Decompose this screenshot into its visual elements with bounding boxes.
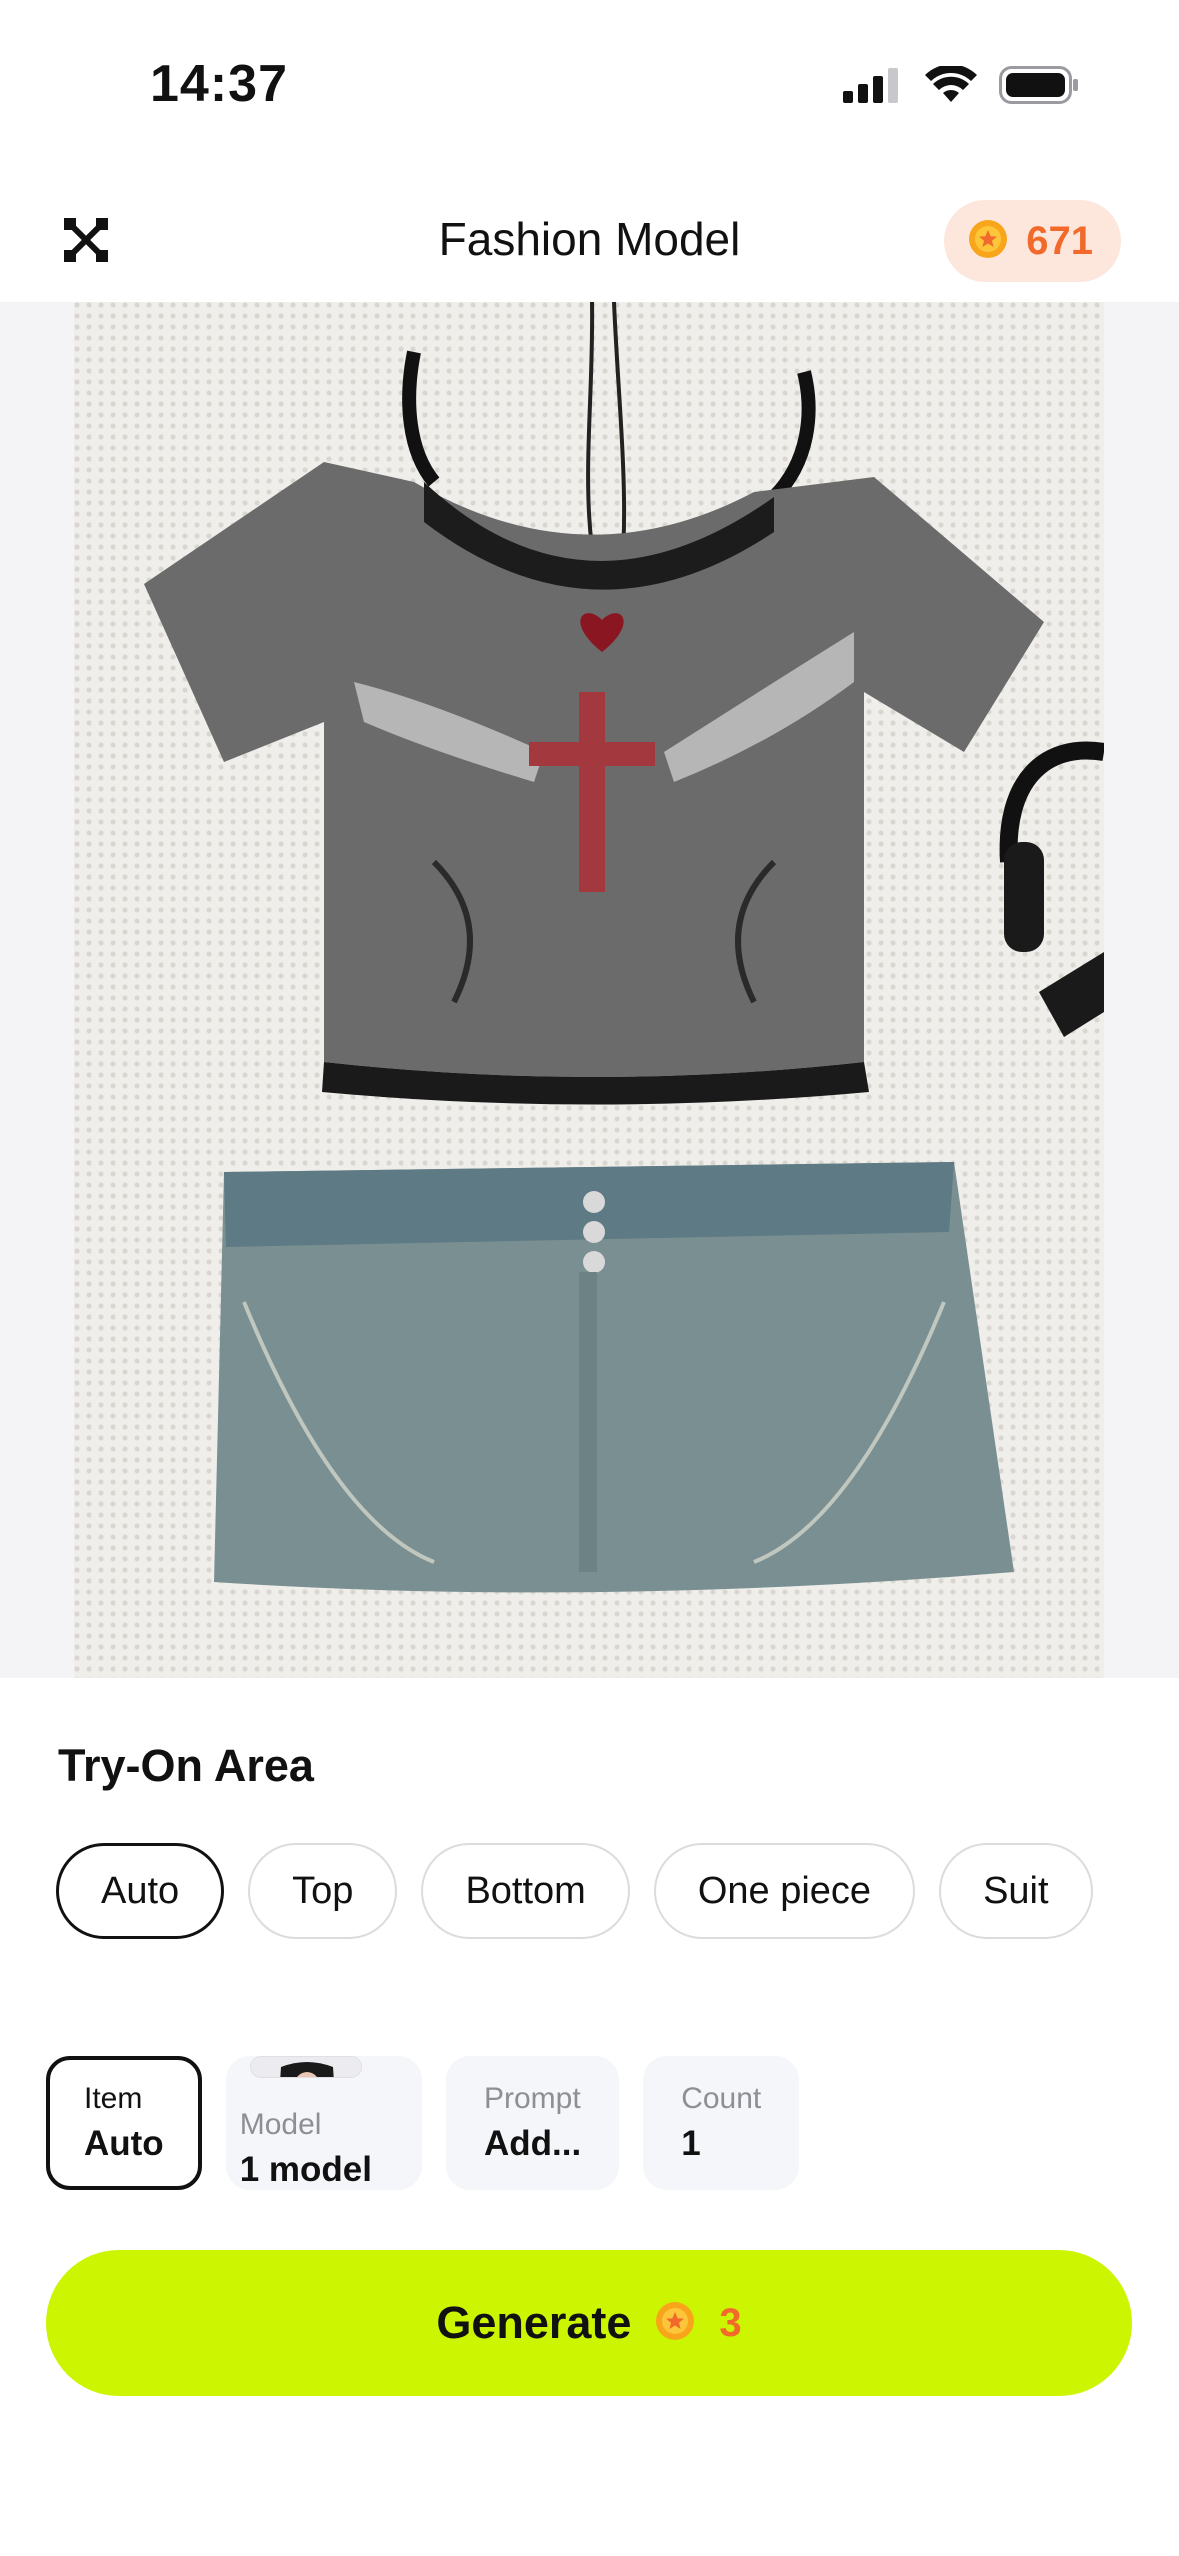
coin-icon bbox=[968, 219, 1008, 264]
status-time: 14:37 bbox=[150, 55, 288, 113]
status-icons bbox=[843, 64, 1079, 109]
item-setting-value: Auto bbox=[84, 2124, 164, 2163]
try-on-option-suit[interactable]: Suit bbox=[939, 1843, 1093, 1939]
count-setting-value: 1 bbox=[681, 2124, 701, 2163]
generation-settings: Item Auto Model 1 model Prompt Add... Co… bbox=[46, 2056, 800, 2190]
coin-icon bbox=[655, 2301, 695, 2346]
try-on-option-auto[interactable]: Auto bbox=[56, 1843, 225, 1939]
try-on-option-one-piece[interactable]: One piece bbox=[653, 1843, 916, 1939]
battery-icon bbox=[999, 66, 1079, 109]
generate-cost: 3 bbox=[719, 2300, 742, 2345]
prompt-setting-card[interactable]: Prompt Add... bbox=[445, 2056, 620, 2190]
cellular-signal-icon bbox=[843, 67, 903, 108]
wifi-icon bbox=[925, 64, 977, 109]
try-on-option-top[interactable]: Top bbox=[248, 1843, 398, 1939]
status-bar: 14:37 bbox=[0, 0, 1179, 175]
garment-photo[interactable] bbox=[74, 302, 1104, 1678]
prompt-setting-label: Prompt bbox=[483, 2082, 581, 2115]
garment-preview-area bbox=[0, 302, 1179, 1678]
header: Fashion Model 671 bbox=[0, 190, 1179, 300]
coin-balance-value: 671 bbox=[1026, 218, 1093, 263]
try-on-option-bottom[interactable]: Bottom bbox=[421, 1843, 630, 1939]
try-on-area-title: Try-On Area bbox=[58, 1740, 314, 1791]
item-setting-card[interactable]: Item Auto bbox=[46, 2056, 202, 2190]
model-setting-label: Model bbox=[239, 2108, 322, 2141]
model-setting-card[interactable]: Model 1 model bbox=[225, 2056, 422, 2190]
model-thumbnail bbox=[249, 2056, 362, 2078]
prompt-setting-value: Add... bbox=[483, 2124, 582, 2163]
try-on-area-options: Auto Top Bottom One piece Suit bbox=[56, 1843, 1122, 1943]
item-setting-label: Item bbox=[84, 2082, 143, 2115]
model-setting-value: 1 model bbox=[239, 2150, 372, 2189]
generate-button-label: Generate bbox=[436, 2297, 632, 2348]
generate-button[interactable]: Generate 3 bbox=[46, 2250, 1132, 2396]
count-setting-label: Count bbox=[681, 2082, 762, 2115]
count-setting-card[interactable]: Count 1 bbox=[643, 2056, 800, 2190]
coin-balance-badge[interactable]: 671 bbox=[944, 200, 1121, 282]
